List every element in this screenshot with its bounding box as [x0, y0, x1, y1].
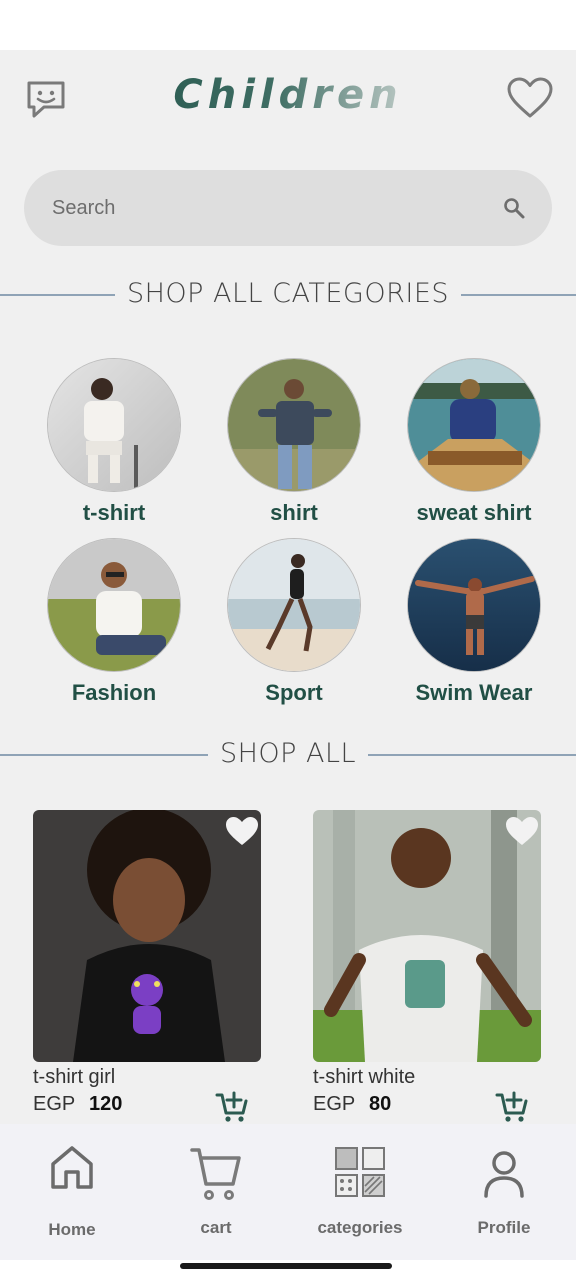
category-label: sweat shirt: [416, 500, 532, 525]
category-image: [227, 358, 361, 492]
nav-label: categories: [317, 1218, 403, 1237]
product-name: t-shirt white: [313, 1066, 416, 1088]
search-bar[interactable]: [24, 170, 552, 246]
category-swim-wear[interactable]: Swim Wear: [384, 538, 564, 706]
bottom-nav: Home cart categories Profile: [0, 1124, 576, 1260]
product-card[interactable]: t-shirt girl EGP 120: [33, 810, 261, 1123]
shop-all-heading: SHOP ALL: [0, 734, 576, 774]
shop-all-title: SHOP ALL: [207, 738, 369, 769]
category-image: [227, 538, 361, 672]
nav-cart[interactable]: cart: [144, 1124, 288, 1260]
search-input[interactable]: [52, 170, 472, 246]
nav-home[interactable]: Home: [0, 1124, 144, 1260]
currency-label: EGP: [313, 1093, 356, 1115]
add-to-cart-icon[interactable]: [215, 1091, 249, 1123]
add-to-cart-icon[interactable]: [495, 1091, 529, 1123]
category-shirt[interactable]: shirt: [204, 358, 384, 526]
product-price: 120: [89, 1093, 123, 1115]
nav-label: Profile: [477, 1218, 531, 1237]
nav-categories[interactable]: categories: [288, 1124, 432, 1260]
favorite-icon[interactable]: [223, 814, 261, 848]
cart-icon: [190, 1148, 241, 1200]
categories-grid-icon: [335, 1147, 385, 1197]
home-icon: [51, 1146, 93, 1189]
category-label: Swim Wear: [415, 680, 533, 705]
category-sport[interactable]: Sport: [204, 538, 384, 706]
category-image: [407, 538, 541, 672]
categories-heading: SHOP ALL CATEGORIES: [0, 274, 576, 314]
product-name: t-shirt girl: [33, 1066, 116, 1088]
profile-icon: [484, 1151, 524, 1198]
app-screen: Children SHOP ALL CATEGORIES: [0, 50, 576, 1260]
category-sweat-shirt[interactable]: sweat shirt: [384, 358, 564, 526]
nav-profile[interactable]: Profile: [432, 1124, 576, 1260]
category-image: [407, 358, 541, 492]
product-price: 80: [369, 1093, 392, 1115]
brand-logo: Children: [173, 72, 403, 118]
nav-label: Home: [48, 1220, 96, 1239]
category-label: Fashion: [71, 680, 157, 705]
product-image[interactable]: [313, 810, 541, 1062]
search-icon[interactable]: [502, 196, 526, 220]
category-label: t-shirt: [82, 500, 146, 525]
home-indicator[interactable]: [180, 1263, 392, 1269]
currency-label: EGP: [33, 1093, 76, 1115]
favorite-icon[interactable]: [503, 814, 541, 848]
price-row: EGP 80: [313, 1091, 541, 1123]
heart-outline-icon[interactable]: [506, 76, 554, 120]
category-image: [47, 358, 181, 492]
category-label: Sport: [265, 680, 323, 705]
nav-label: cart: [200, 1218, 232, 1237]
product-card[interactable]: t-shirt white EGP 80: [313, 810, 541, 1123]
category-t-shirt[interactable]: t-shirt: [24, 358, 204, 526]
status-bar: [0, 0, 576, 50]
category-image: [47, 538, 181, 672]
category-label: shirt: [270, 500, 318, 525]
product-image[interactable]: [33, 810, 261, 1062]
categories-title: SHOP ALL CATEGORIES: [114, 278, 462, 309]
category-fashion[interactable]: Fashion: [24, 538, 204, 706]
price-row: EGP 120: [33, 1091, 261, 1123]
